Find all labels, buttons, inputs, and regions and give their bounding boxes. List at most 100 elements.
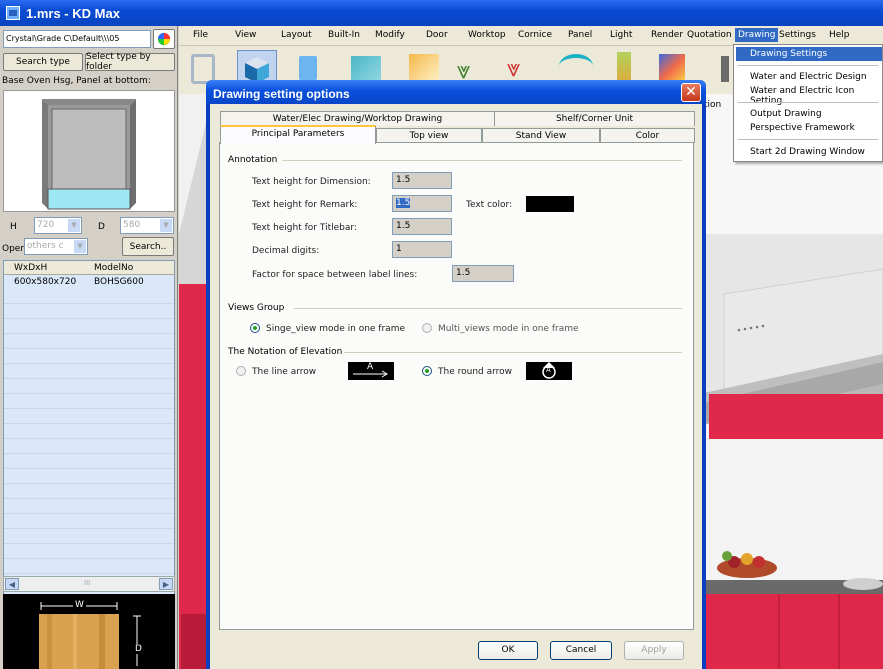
menu-drawing[interactable]: Drawing	[735, 28, 779, 42]
depth-dimension-label: D	[135, 644, 142, 654]
menu-item-water-electric-design[interactable]: Water and Electric Design	[750, 72, 867, 82]
menu-item-perspective-framework[interactable]: Perspective Framework	[750, 123, 855, 133]
cabinet-icon[interactable]	[299, 56, 317, 80]
round-arrow-preview: A	[526, 362, 572, 380]
menu-settings[interactable]: Settings	[779, 30, 816, 40]
dimension-height-label: Text height for Dimension:	[252, 177, 371, 187]
category-label: Base Oven Hsg, Panel at bottom:	[2, 76, 151, 86]
panel-icon[interactable]: ⩔	[507, 54, 521, 82]
text-color-swatch[interactable]	[526, 196, 574, 212]
menu-file[interactable]: File	[193, 30, 208, 40]
column-header[interactable]: ModelNo	[84, 261, 133, 274]
cabinet-front-thumbnail: W D	[3, 594, 175, 669]
catalog-path: Crystal\Grade C\Default\\\05	[3, 30, 151, 48]
table-row[interactable]: 600x580x720 BOHSG600	[4, 275, 174, 289]
horizontal-scrollbar[interactable]: ◀ III ▶	[3, 576, 175, 592]
menu-modify[interactable]: Modify	[375, 30, 405, 40]
catalog-panel: Crystal\Grade C\Default\\\05 Search type…	[0, 26, 178, 669]
oven-housing-image	[42, 99, 136, 210]
scroll-right-icon[interactable]: ▶	[159, 578, 173, 590]
multi-views-label[interactable]: Multi_views mode in one frame	[438, 324, 579, 334]
select-type-by-folder-button[interactable]: Select type by folder	[85, 52, 175, 72]
search-type-button[interactable]: Search type	[3, 53, 83, 71]
line-arrow-label[interactable]: The line arrow	[252, 367, 316, 377]
menu-view[interactable]: View	[235, 30, 256, 40]
dimension-height-input[interactable]: 1.5	[392, 172, 452, 189]
multi-views-radio[interactable]	[422, 323, 432, 333]
chevron-down-icon[interactable]: ▼	[68, 219, 80, 232]
door-icon[interactable]	[409, 54, 439, 82]
open-label: Open	[2, 244, 27, 254]
close-icon[interactable]: ✕	[681, 83, 701, 102]
worktop-icon[interactable]	[351, 56, 381, 80]
search-button[interactable]: Search..	[122, 237, 174, 256]
app-icon	[6, 6, 20, 20]
remark-height-label: Text height for Remark:	[252, 200, 358, 210]
line-spacing-factor-label: Factor for space between label lines:	[252, 270, 418, 280]
line-spacing-factor-input[interactable]: 1.5	[452, 265, 514, 282]
tab-shelf-corner-unit[interactable]: Shelf/Corner Unit	[494, 111, 695, 126]
menu-built-in[interactable]: Built-In	[328, 30, 360, 40]
table-cell: BOHSG600	[94, 277, 144, 287]
drawing-settings-dialog: Drawing setting options ✕ Water/Elec Dra…	[206, 80, 706, 669]
decimal-digits-label: Decimal digits:	[252, 246, 320, 256]
single-view-label[interactable]: Singe_view mode in one frame	[266, 324, 405, 334]
menu-layout[interactable]: Layout	[281, 30, 312, 40]
dialog-title: Drawing setting options	[206, 80, 706, 104]
tab-stand-view[interactable]: Stand View	[482, 128, 600, 143]
depth-label: D	[98, 222, 105, 232]
remark-height-input[interactable]: 1.5	[392, 195, 452, 212]
table-cell: 600x580x720	[14, 277, 77, 287]
line-arrow-radio[interactable]	[236, 366, 246, 376]
wood-door-image	[3, 594, 175, 669]
column-header[interactable]: WxDxH	[4, 261, 84, 274]
titlebar-height-input[interactable]: 1.5	[392, 218, 452, 235]
height-label: H	[10, 222, 17, 232]
light-icon[interactable]	[559, 54, 593, 78]
menu-worktop[interactable]: Worktop	[468, 30, 506, 40]
tab-principal-parameters[interactable]: Principal Parameters	[220, 125, 376, 144]
menu-item-water-electric-icon-setting[interactable]: Water and Electric Icon Setting	[750, 86, 882, 106]
background-tab-fragment: tion	[704, 100, 722, 110]
chevron-down-icon[interactable]: ▼	[160, 219, 172, 232]
chevron-down-icon[interactable]: ▼	[74, 240, 86, 253]
palette-icon	[158, 33, 170, 45]
menu-item-drawing-settings[interactable]: Drawing Settings	[750, 49, 827, 59]
drawing-icon[interactable]	[721, 56, 729, 82]
menu-door[interactable]: Door	[426, 30, 448, 40]
window-titlebar: 1.mrs - KD Max	[0, 0, 883, 26]
decimal-digits-input[interactable]: 1	[392, 241, 452, 258]
elevation-group-label: The Notation of Elevation	[228, 347, 343, 357]
tab-color[interactable]: Color	[600, 128, 695, 143]
tab-top-view[interactable]: Top view	[376, 128, 482, 143]
round-arrow-label[interactable]: The round arrow	[438, 367, 512, 377]
line-arrow-preview: A	[348, 362, 394, 380]
apply-button[interactable]: Apply	[624, 641, 684, 660]
round-arrow-radio[interactable]	[422, 366, 432, 376]
round-arrow-glyph: A	[546, 366, 551, 374]
menu-light[interactable]: Light	[610, 30, 632, 40]
color-wheel-button[interactable]	[153, 29, 175, 49]
menu-panel[interactable]: Panel	[568, 30, 592, 40]
open-select[interactable]: others c ▼	[24, 238, 88, 255]
annotation-group-label: Annotation	[228, 155, 278, 165]
scroll-grip[interactable]: III	[84, 579, 90, 587]
width-dimension-label: W	[73, 600, 86, 610]
menu-render[interactable]: Render	[651, 30, 683, 40]
height-select[interactable]: 720 ▼	[34, 217, 82, 234]
tab-water-elec-worktop[interactable]: Water/Elec Drawing/Worktop Drawing	[220, 111, 495, 126]
single-view-radio[interactable]	[250, 323, 260, 333]
product-table: WxDxH ModelNo 600x580x720 BOHSG600	[3, 260, 175, 602]
table-header: WxDxH ModelNo	[4, 261, 174, 275]
menu-cornice[interactable]: Cornice	[518, 30, 552, 40]
cabinet-preview	[3, 90, 175, 212]
cancel-button[interactable]: Cancel	[550, 641, 612, 660]
menu-quotation[interactable]: Quotation	[687, 30, 732, 40]
menu-bar: File View Layout Built-In Modify Door Wo…	[179, 26, 883, 46]
scroll-left-icon[interactable]: ◀	[5, 578, 19, 590]
menu-item-start-2d-drawing-window[interactable]: Start 2d Drawing Window	[750, 147, 865, 157]
menu-help[interactable]: Help	[829, 30, 850, 40]
depth-select[interactable]: 580 ▼	[120, 217, 174, 234]
menu-item-output-drawing[interactable]: Output Drawing	[750, 109, 822, 119]
ok-button[interactable]: OK	[478, 641, 538, 660]
